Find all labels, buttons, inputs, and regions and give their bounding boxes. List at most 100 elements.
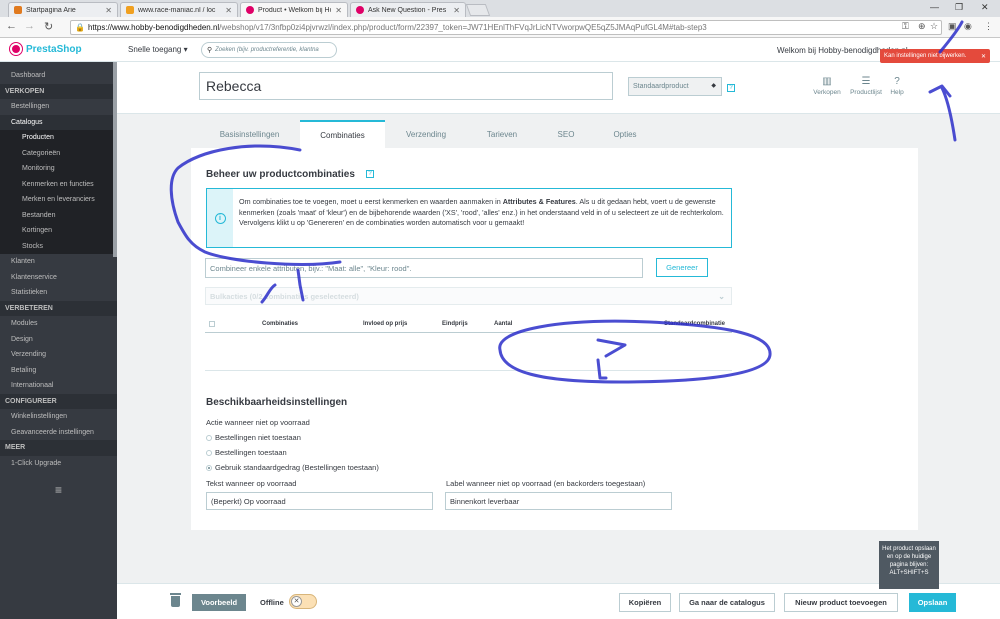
maximize-icon[interactable]: ❐ — [955, 2, 963, 13]
sidebar-item-customers[interactable]: Klanten — [0, 254, 117, 270]
sidebar-item-payment[interactable]: Betaling — [0, 363, 117, 379]
browser-tab[interactable]: Ask New Question - Pres ✕ — [350, 2, 466, 17]
tab-pricing[interactable]: Tarieven — [470, 120, 534, 148]
new-tab-button[interactable] — [465, 4, 491, 16]
prestashop-logo-icon — [10, 43, 22, 55]
product-footer: Voorbeeld Offline ✕ Kopiëren Ga naar de … — [117, 583, 1000, 619]
attribute-combination-input[interactable]: Combineer enkele attributen, bijv.: "Maa… — [205, 258, 643, 278]
minimize-icon[interactable]: — — [930, 2, 939, 12]
sidebar-item-customer-service[interactable]: Klantenservice — [0, 270, 117, 286]
duplicate-button[interactable]: Kopiëren — [619, 593, 671, 612]
sidebar-item-modules[interactable]: Modules — [0, 316, 117, 332]
close-icon[interactable]: ✕ — [335, 6, 342, 15]
quick-access-menu[interactable]: Snelle toegang ▾ — [128, 45, 188, 54]
generate-button[interactable]: Genereer — [656, 258, 708, 277]
help-icon[interactable]: ? — [727, 84, 735, 92]
sidebar-item-statistics[interactable]: Statistieken — [0, 285, 117, 301]
sidebar-item-dashboard[interactable]: Dashboard — [0, 68, 117, 84]
sidebar-item-advanced-parameters[interactable]: Geavanceerde instellingen — [0, 425, 117, 441]
tab-combinations[interactable]: Combinaties — [300, 120, 385, 148]
help-button[interactable]: ? Help — [877, 76, 917, 96]
save-button[interactable]: Opslaan — [909, 593, 956, 612]
favicon-icon — [126, 6, 134, 14]
extension-icon[interactable]: ▣ — [948, 21, 957, 32]
sales-button[interactable]: ▥ Verkopen — [807, 76, 847, 96]
preview-button[interactable]: Voorbeeld — [192, 594, 246, 611]
product-type-select[interactable]: Standaardproduct ◆ — [628, 77, 722, 96]
back-icon[interactable]: ← — [6, 20, 17, 32]
tab-shipping[interactable]: Verzending — [390, 120, 462, 148]
out-of-stock-action-label: Actie wanneer niet op voorraad — [206, 418, 310, 427]
sidebar-subitem-attributes[interactable]: Kenmerken en functies — [0, 176, 117, 192]
tab-options[interactable]: Opties — [600, 120, 650, 148]
sidebar-item-design[interactable]: Design — [0, 332, 117, 348]
sidebar-subitem-products[interactable]: Producten — [0, 130, 117, 146]
close-icon[interactable]: ✕ — [225, 6, 232, 15]
favicon-icon — [14, 6, 22, 14]
sidebar-item-upgrade[interactable]: 1-Click Upgrade — [0, 456, 117, 472]
zoom-icon[interactable]: ⊕ — [918, 21, 926, 32]
collapse-menu-icon[interactable]: ≡ — [0, 483, 117, 497]
add-new-product-button[interactable]: Nieuw product toevoegen — [784, 593, 898, 612]
online-toggle[interactable]: ✕ — [289, 594, 317, 609]
radio-default-behavior[interactable]: Gebruik standaardgedrag (Bestellingen to… — [206, 463, 379, 472]
radio-allow-orders[interactable]: Bestellingen toestaan — [206, 448, 287, 457]
select-all-checkbox[interactable] — [209, 321, 215, 327]
tab-basic-settings[interactable]: Basisinstellingen — [200, 120, 299, 148]
browser-tab-active[interactable]: Product • Welkom bij Ho ✕ — [240, 2, 348, 17]
prestashop-logo[interactable]: PrestaShop — [10, 43, 82, 55]
go-to-catalog-button[interactable]: Ga naar de catalogus — [679, 593, 775, 612]
sidebar-subitem-discounts[interactable]: Kortingen — [0, 223, 117, 239]
in-stock-text-label: Tekst wanneer op voorraad — [206, 479, 297, 488]
close-icon[interactable]: ✕ — [105, 6, 112, 15]
bulk-actions-dropdown[interactable]: Bulkacties (0/2 combinaties geselecteerd… — [205, 287, 732, 305]
radio-deny-orders[interactable]: Bestellingen niet toestaan — [206, 433, 301, 442]
help-icon[interactable]: ? — [366, 170, 374, 178]
availability-title: Beschikbaarheidsinstellingen — [206, 397, 348, 408]
question-icon: ? — [894, 76, 900, 87]
attributes-features-link[interactable]: Attributes & Features — [503, 197, 576, 206]
sidebar-subitem-categories[interactable]: Categorieën — [0, 145, 117, 161]
sidebar: Dashboard VERKOPEN Bestellingen Catalogu… — [0, 62, 117, 619]
combinations-table-header: Combinaties Invloed op prijs Eindprijs A… — [205, 318, 732, 333]
sidebar-item-international[interactable]: Internationaal — [0, 378, 117, 394]
chevron-down-icon: ⌄ — [718, 292, 725, 301]
sidebar-item-orders[interactable]: Bestellingen — [0, 99, 117, 115]
browser-tabbar: Startpagina Arie ✕ www.race-maniac.nl / l… — [0, 0, 1000, 17]
backorder-label-field[interactable]: Binnenkort leverbaar — [445, 492, 672, 510]
header-search-input[interactable]: ⚲ Zoeken (bijv. productreferentie, klant… — [201, 42, 337, 58]
sidebar-subitem-brands[interactable]: Merken en leveranciers — [0, 192, 117, 208]
sidebar-item-catalog[interactable]: Catalogus — [0, 114, 117, 130]
favicon-icon — [356, 6, 364, 14]
save-tooltip: Het product opslaan en op de huidige pag… — [879, 541, 939, 589]
forward-icon[interactable]: → — [24, 20, 35, 32]
trash-icon[interactable] — [170, 593, 181, 607]
column-header: Combinaties — [262, 321, 299, 327]
info-icon: i — [214, 212, 226, 224]
close-icon[interactable]: ✕ — [981, 53, 986, 60]
key-icon[interactable]: ⚿ — [902, 21, 909, 32]
sidebar-subitem-files[interactable]: Bestanden — [0, 207, 117, 223]
in-stock-text-field[interactable]: (Beperkt) Op voorraad — [206, 492, 433, 510]
sidebar-subitem-monitoring[interactable]: Monitoring — [0, 161, 117, 177]
column-header: Invloed op prijs — [363, 321, 408, 327]
tab-seo[interactable]: SEO — [540, 120, 592, 148]
window-close-icon[interactable]: ✕ — [981, 2, 989, 13]
browser-tab[interactable]: www.race-maniac.nl / loc ✕ — [120, 2, 238, 17]
browser-tab[interactable]: Startpagina Arie ✕ — [8, 2, 118, 17]
sidebar-item-shipping[interactable]: Verzending — [0, 347, 117, 363]
sidebar-section-configureer: CONFIGUREER — [0, 393, 117, 409]
reload-icon[interactable]: ↻ — [44, 20, 53, 33]
lock-icon: 🔒 — [75, 23, 85, 32]
sidebar-item-shop-parameters[interactable]: Winkelinstellingen — [0, 409, 117, 425]
star-icon[interactable]: ☆ — [930, 21, 938, 32]
extension-icon[interactable]: ◉ — [964, 21, 972, 32]
combinations-title: Beheer uw productcombinaties — [206, 169, 355, 180]
favicon-icon — [246, 6, 254, 14]
close-icon[interactable]: ✕ — [453, 6, 460, 15]
menu-icon[interactable]: ⋮ — [984, 21, 993, 32]
select-arrows-icon: ◆ — [711, 83, 716, 89]
product-name-input[interactable]: Rebecca — [199, 72, 613, 100]
sidebar-subitem-stocks[interactable]: Stocks — [0, 238, 117, 254]
url-field[interactable]: 🔒 https://www.hobby-benodigdheden.nl/web… — [70, 20, 942, 35]
